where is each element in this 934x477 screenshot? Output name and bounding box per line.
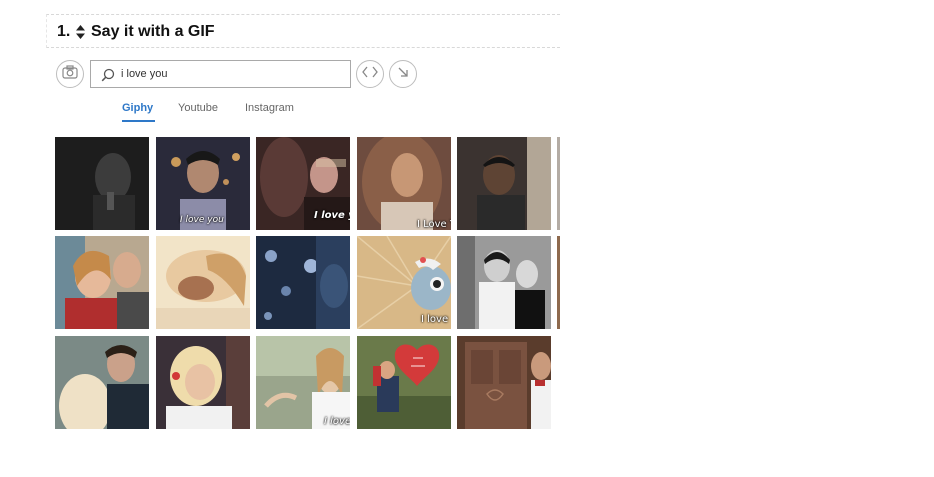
gif-thumbnail[interactable]: I love y — [256, 137, 350, 230]
tab-giphy[interactable]: Giphy — [122, 102, 153, 114]
insert-button[interactable] — [389, 60, 417, 88]
gif-thumbnail[interactable] — [55, 336, 149, 429]
gif-thumbnail[interactable] — [357, 336, 451, 429]
gif-caption: I love — [324, 416, 350, 427]
gif-thumbnail[interactable]: I Love Y — [357, 137, 451, 230]
gif-caption: I love — [421, 314, 449, 325]
arrow-down-right-icon — [397, 65, 409, 83]
gif-thumbnail[interactable] — [55, 236, 149, 329]
sort-arrows-icon[interactable] — [76, 25, 85, 39]
gif-thumbnail[interactable]: I love — [357, 236, 451, 329]
gif-thumbnail[interactable] — [156, 336, 250, 429]
camera-icon — [62, 64, 78, 84]
gif-thumbnail-partial — [557, 236, 560, 329]
tab-instagram[interactable]: Instagram — [245, 102, 294, 114]
gif-thumbnail[interactable] — [457, 336, 551, 429]
search-input[interactable] — [121, 65, 341, 83]
gif-caption: I love you — [180, 215, 224, 225]
gif-thumbnail[interactable] — [457, 137, 551, 230]
gif-caption: I love y — [314, 210, 350, 221]
gif-thumbnail-partial — [557, 137, 560, 230]
question-number: 1. — [57, 23, 71, 40]
camera-button[interactable] — [56, 60, 84, 88]
embed-code-button[interactable] — [356, 60, 384, 88]
gif-thumbnail[interactable] — [156, 236, 250, 329]
gif-thumbnail[interactable]: I love — [256, 336, 350, 429]
question-header: 1. Say it with a GIF — [46, 14, 560, 48]
gif-caption: I Love Y — [417, 219, 451, 230]
search-box[interactable] — [90, 60, 351, 88]
active-tab-underline — [122, 120, 155, 122]
gif-thumbnail[interactable] — [256, 236, 350, 329]
tab-youtube[interactable]: Youtube — [178, 102, 218, 114]
gif-thumbnail[interactable] — [55, 137, 149, 230]
gif-thumbnail[interactable]: I love you — [156, 137, 250, 230]
embed-code-icon — [362, 65, 378, 83]
search-icon — [101, 68, 115, 82]
question-title: Say it with a GIF — [91, 23, 215, 40]
gif-thumbnail[interactable] — [457, 236, 551, 329]
